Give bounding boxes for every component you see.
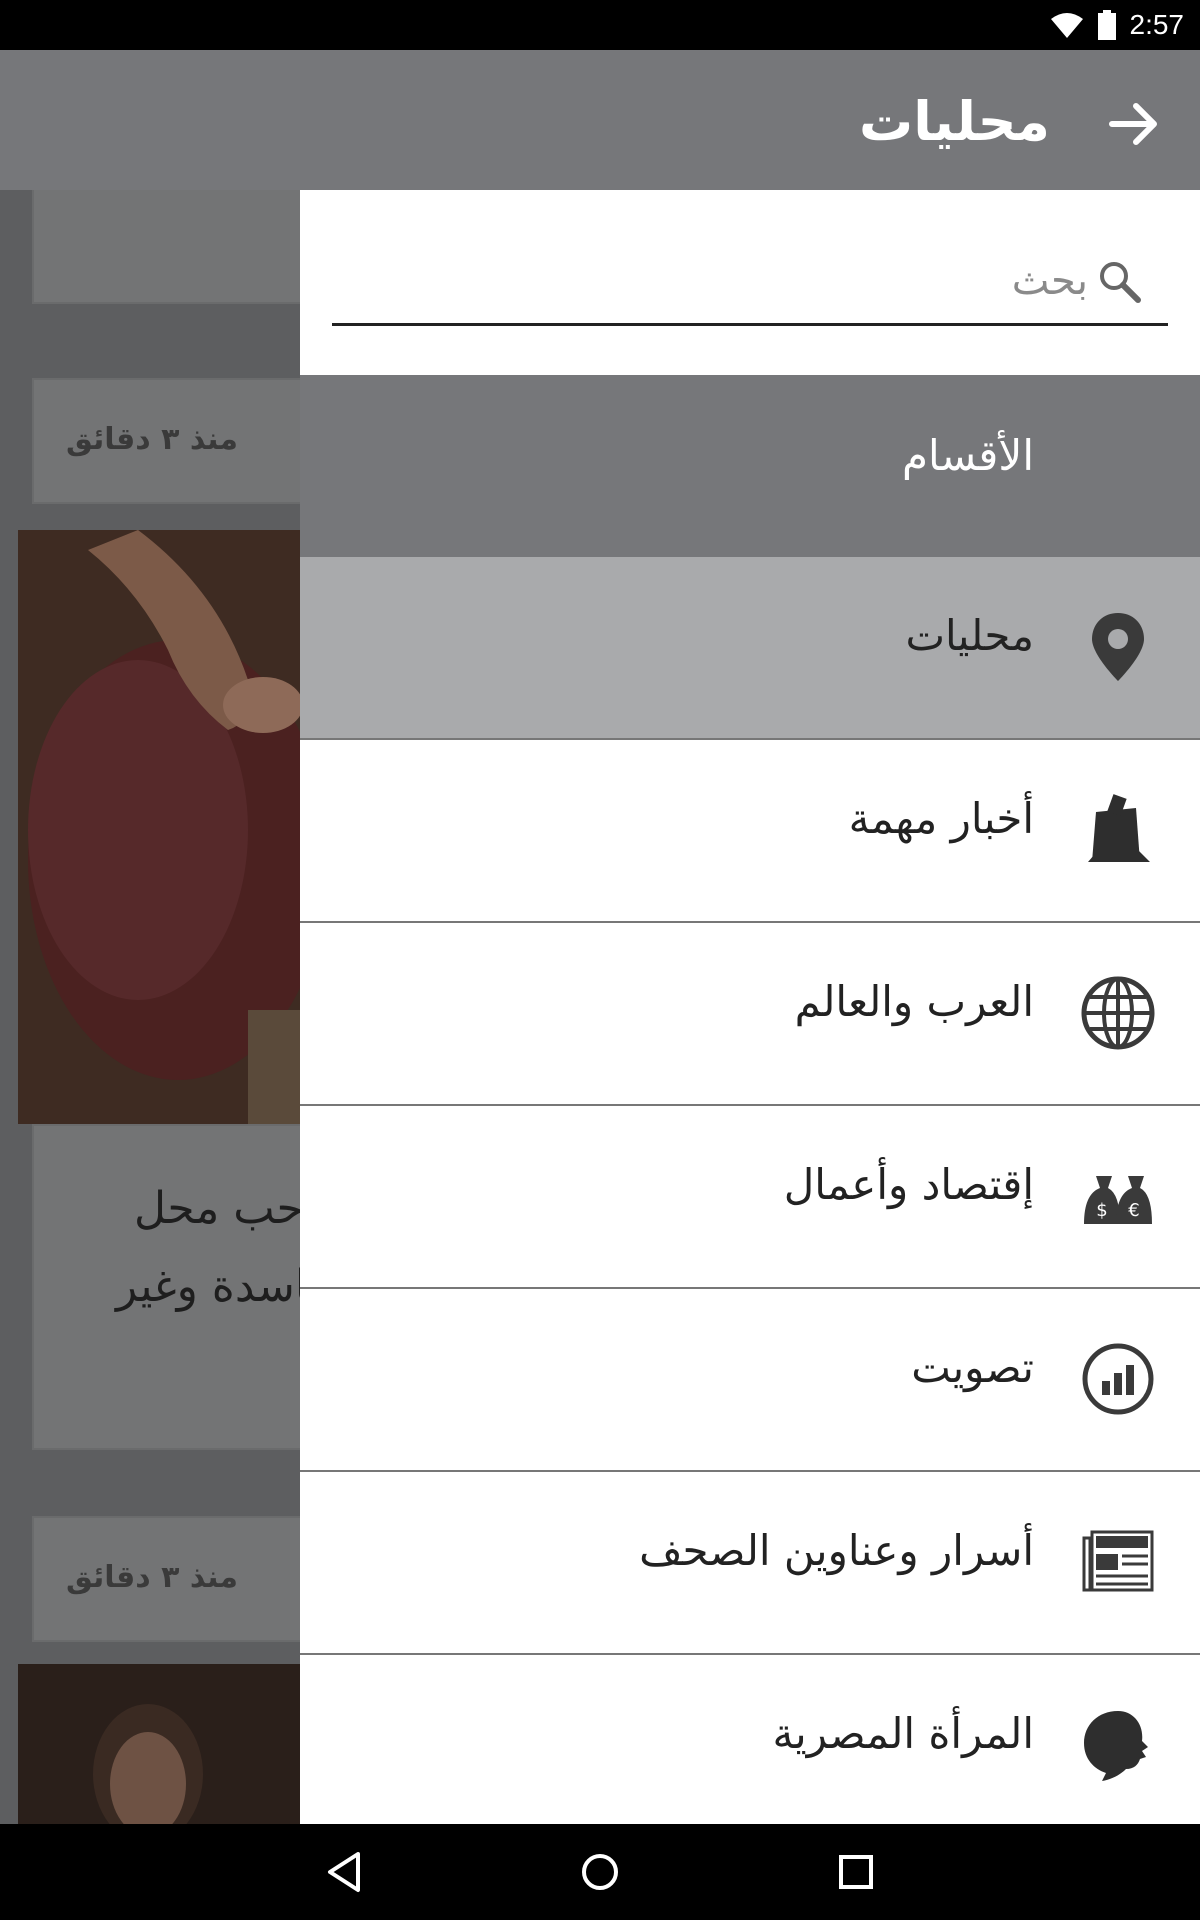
system-navigation-bar: [0, 1824, 1200, 1920]
sections-header: الأقسام: [300, 375, 1200, 557]
breaking-news-icon: [1088, 794, 1150, 862]
card-timestamp: منذ ٣ دقائق: [66, 422, 238, 457]
globe-icon: [1081, 976, 1155, 1050]
menu-item-label: إقتصاد وأعمال: [783, 1160, 1034, 1209]
menu-item-label: محليات: [905, 611, 1034, 660]
back-triangle-icon[interactable]: [316, 1844, 372, 1900]
navigation-drawer: الأقسام محليات أخبار مهمة العرب والعالم: [300, 190, 1200, 1824]
svg-text:€: €: [1128, 1200, 1139, 1221]
svg-text:$: $: [1096, 1200, 1107, 1221]
news-image: [18, 1664, 300, 1824]
menu-item-label: العرب والعالم: [794, 977, 1034, 1026]
card-headline-line1: صاحب محل: [134, 1183, 300, 1234]
status-icons: 2:57: [1050, 0, 1185, 50]
money-bags-icon: $ €: [1084, 1176, 1152, 1224]
toolbar-title: محليات: [859, 90, 1050, 153]
poll-chart-icon: [1082, 1343, 1154, 1415]
menu-item-economy[interactable]: إقتصاد وأعمال $ €: [300, 1106, 1200, 1289]
menu-item-local[interactable]: محليات: [300, 557, 1200, 740]
menu-item-label: أخبار مهمة: [848, 794, 1034, 843]
menu-item-label: تصويت: [911, 1343, 1034, 1392]
background-feed: منذ ٣ دقائق صاحب محل فاسدة وغير منذ ٣ دق…: [0, 190, 300, 1824]
location-pin-icon: [1092, 613, 1144, 681]
wifi-icon: [1050, 13, 1083, 38]
news-image: [18, 530, 300, 1124]
menu-item-label: المرأة المصرية: [772, 1709, 1035, 1758]
menu-item-newspapers[interactable]: أسرار وعناوين الصحف: [300, 1472, 1200, 1655]
woman-head-icon: [1084, 1711, 1148, 1781]
battery-icon: [1097, 10, 1116, 40]
menu-item-arab-world[interactable]: العرب والعالم: [300, 923, 1200, 1106]
sections-header-label: الأقسام: [902, 431, 1034, 480]
search-icon[interactable]: [1096, 258, 1144, 306]
newspaper-icon: [1082, 1530, 1154, 1592]
status-bar: 2:57: [0, 0, 1200, 50]
app-toolbar: محليات: [0, 50, 1200, 190]
menu-item-egyptian-woman[interactable]: المرأة المصرية: [300, 1655, 1200, 1824]
menu-item-important-news[interactable]: أخبار مهمة: [300, 740, 1200, 923]
card-timestamp: منذ ٣ دقائق: [66, 1560, 238, 1595]
menu-item-poll[interactable]: تصويت: [300, 1289, 1200, 1472]
back-arrow-icon[interactable]: [1104, 94, 1164, 154]
search-area: [300, 190, 1200, 375]
menu-item-label: أسرار وعناوين الصحف: [639, 1526, 1034, 1575]
recents-square-icon[interactable]: [828, 1844, 884, 1900]
card-headline-line2: فاسدة وغير: [116, 1261, 300, 1312]
news-card: [32, 190, 300, 304]
search-input[interactable]: [332, 238, 1168, 326]
home-circle-icon[interactable]: [572, 1844, 628, 1900]
status-time: 2:57: [1129, 9, 1185, 40]
